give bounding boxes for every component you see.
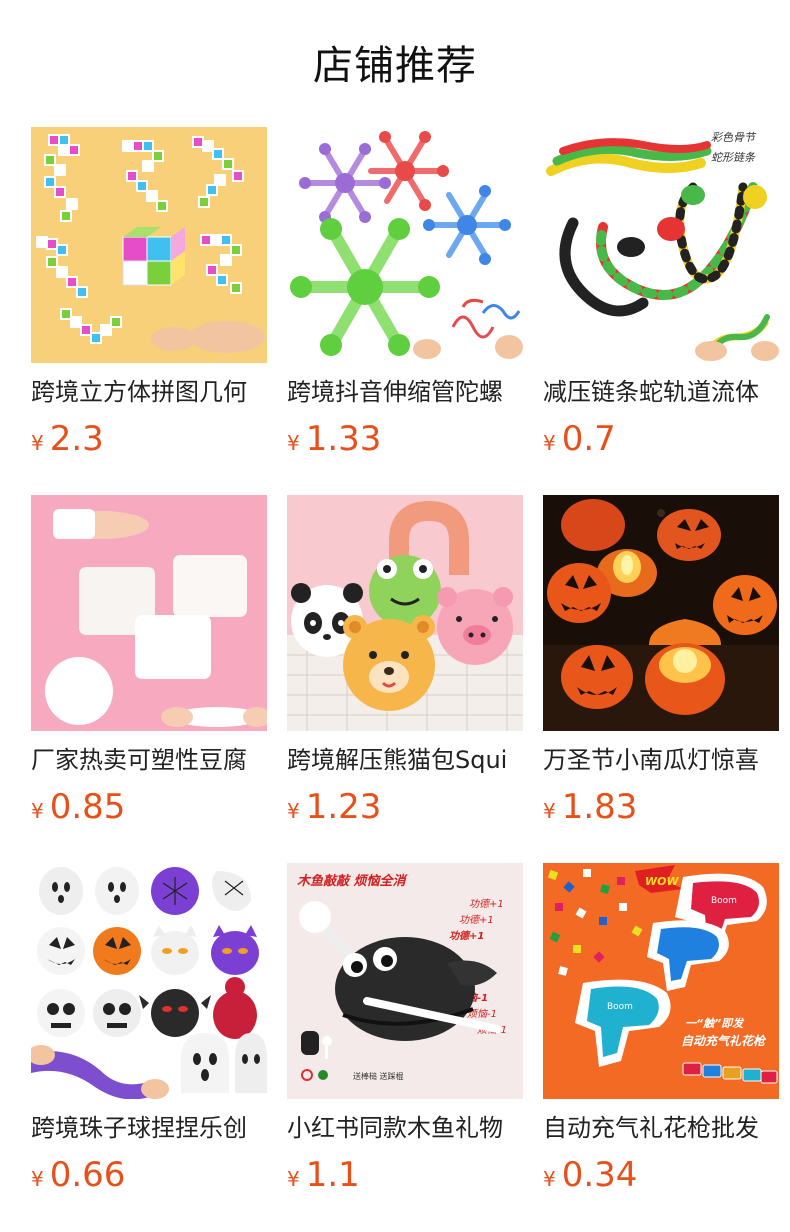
currency-symbol: ¥ bbox=[287, 1167, 300, 1191]
currency-symbol: ¥ bbox=[543, 1167, 556, 1191]
product-price: 1.33 bbox=[305, 419, 382, 459]
cube-puzzle-toy-image[interactable] bbox=[31, 127, 267, 363]
svg-text:WOW: WOW bbox=[645, 875, 679, 888]
svg-text:功德+1: 功德+1 bbox=[449, 930, 484, 942]
product-name[interactable]: 跨境珠子球捏捏乐创 bbox=[31, 1113, 267, 1143]
svg-text:自动充气礼花枪: 自动充气礼花枪 bbox=[681, 1034, 767, 1048]
product-price: 1.1 bbox=[305, 1155, 360, 1195]
product-card[interactable]: 跨境立方体拼图几何 ¥2.3 bbox=[31, 127, 267, 495]
svg-text:一“触”即发: 一“触”即发 bbox=[685, 1017, 745, 1030]
chain-snake-toy-image[interactable]: 彩色骨节 蛇形链条 bbox=[543, 127, 779, 363]
currency-symbol: ¥ bbox=[31, 799, 44, 823]
section-title: 店铺推荐 bbox=[313, 43, 477, 89]
product-card[interactable]: 跨境抖音伸缩管陀螺 ¥1.33 bbox=[287, 127, 523, 495]
product-name[interactable]: 自动充气礼花枪批发 bbox=[543, 1113, 779, 1143]
product-grid: 跨境立方体拼图几何 ¥2.3 跨境抖音伸缩管陀螺 ¥ 1.33 彩色骨节 蛇形链… bbox=[31, 127, 779, 1231]
currency-symbol: ¥ bbox=[543, 431, 556, 455]
price-row: ¥1.83 bbox=[543, 787, 779, 827]
product-name[interactable]: 跨境抖音伸缩管陀螺 bbox=[287, 377, 523, 407]
currency-symbol: ¥ bbox=[543, 799, 556, 823]
svg-text:蛇形链条: 蛇形链条 bbox=[711, 151, 756, 164]
product-price: 1.23 bbox=[305, 787, 382, 827]
tofu-squishy-toy-image[interactable] bbox=[31, 495, 267, 731]
product-price: 0.7 bbox=[561, 419, 616, 459]
spinner-tube-toy-image[interactable] bbox=[287, 127, 523, 363]
product-name[interactable]: 跨境解压熊猫包Squi bbox=[287, 745, 523, 775]
pumpkin-lantern-image[interactable] bbox=[543, 495, 779, 731]
price-row: ¥0.66 bbox=[31, 1155, 267, 1195]
svg-text:Boom: Boom bbox=[607, 1002, 633, 1012]
product-price: 0.66 bbox=[49, 1155, 126, 1195]
product-name[interactable]: 万圣节小南瓜灯惊喜 bbox=[543, 745, 779, 775]
product-card[interactable]: WOW Boom Boom 一“触”即发 自动充气礼花枪 自动充气礼花枪批发 ¥… bbox=[543, 863, 779, 1231]
currency-symbol: ¥ bbox=[287, 431, 300, 455]
price-row: ¥1.1 bbox=[287, 1155, 523, 1195]
product-price: 1.83 bbox=[561, 787, 638, 827]
svg-text:功德+1: 功德+1 bbox=[469, 898, 504, 910]
product-name[interactable]: 小红书同款木鱼礼物 bbox=[287, 1113, 523, 1143]
currency-symbol: ¥ bbox=[31, 431, 44, 455]
price-row: ¥1.23 bbox=[287, 787, 523, 827]
product-card[interactable]: 厂家热卖可塑性豆腐 ¥0.85 bbox=[31, 495, 267, 863]
price-row: ¥0.7 bbox=[543, 419, 779, 459]
svg-text:送棒槌 送踩棍: 送棒槌 送踩棍 bbox=[353, 1071, 404, 1081]
product-card[interactable]: 跨境珠子球捏捏乐创 ¥0.66 bbox=[31, 863, 267, 1231]
price-row: ¥0.85 bbox=[31, 787, 267, 827]
product-card[interactable]: 跨境解压熊猫包Squi ¥1.23 bbox=[287, 495, 523, 863]
product-card[interactable]: 木鱼敲敲 烦恼全消 功德+1 功德+1 功德+1 烦恼-1 烦恼-1 烦恼-1 bbox=[287, 863, 523, 1231]
svg-text:功德+1: 功德+1 bbox=[459, 914, 494, 926]
product-card[interactable]: 万圣节小南瓜灯惊喜 ¥1.83 bbox=[543, 495, 779, 863]
confetti-gun-image[interactable]: WOW Boom Boom 一“触”即发 自动充气礼花枪 bbox=[543, 863, 779, 1099]
product-name[interactable]: 厂家热卖可塑性豆腐 bbox=[31, 745, 267, 775]
panda-squishy-toy-image[interactable] bbox=[287, 495, 523, 731]
product-price: 2.3 bbox=[49, 419, 104, 459]
product-name[interactable]: 减压链条蛇轨道流体 bbox=[543, 377, 779, 407]
currency-symbol: ¥ bbox=[31, 1167, 44, 1191]
price-row: ¥0.34 bbox=[543, 1155, 779, 1195]
svg-text:彩色骨节: 彩色骨节 bbox=[711, 131, 757, 144]
price-row: ¥2.3 bbox=[31, 419, 267, 459]
svg-text:木鱼敲敲 烦恼全消: 木鱼敲敲 烦恼全消 bbox=[297, 873, 409, 889]
product-card[interactable]: 彩色骨节 蛇形链条 减压链条蛇轨道流体 ¥ 0.7 bbox=[543, 127, 779, 495]
page: 店铺推荐 跨境立方体拼图几何 ¥ 2.3 跨境抖音伸缩管陀螺 ¥ 1.33 彩色… bbox=[0, 0, 790, 1232]
bead-ball-squeeze-image[interactable] bbox=[31, 863, 267, 1099]
wooden-fish-gift-image[interactable]: 木鱼敲敲 烦恼全消 功德+1 功德+1 功德+1 烦恼-1 烦恼-1 烦恼-1 bbox=[287, 863, 523, 1099]
product-price: 0.34 bbox=[561, 1155, 638, 1195]
product-name[interactable]: 跨境立方体拼图几何 bbox=[31, 377, 267, 407]
svg-text:Boom: Boom bbox=[711, 896, 737, 906]
price-row: ¥1.33 bbox=[287, 419, 523, 459]
currency-symbol: ¥ bbox=[287, 799, 300, 823]
product-price: 0.85 bbox=[49, 787, 126, 827]
